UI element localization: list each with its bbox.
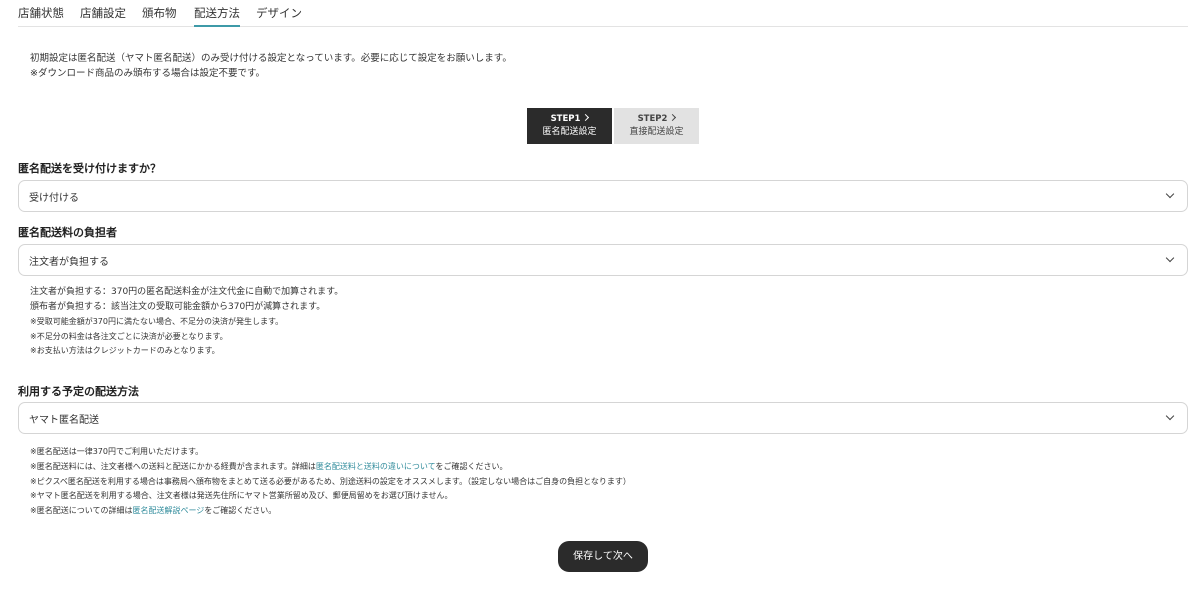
note-line: ※匿名配送料には、注文者様への送料と配送にかかる経費が含まれます。詳細は匿名配送…: [30, 460, 631, 475]
fee-payer-label: 匿名配送料の負担者: [18, 226, 117, 239]
note-line: ※ヤマト匿名配送を利用する場合、注文者様は発送先住所にヤマト営業所留め及び、郵便…: [30, 491, 453, 501]
tab-shipping-method[interactable]: 配送方法: [194, 5, 240, 27]
note-line: ※受取可能金額が370円に満たない場合、不足分の決済が発生します。: [30, 317, 284, 326]
note-text: をご確認ください。: [204, 506, 277, 516]
select-value: 受け付ける: [29, 193, 79, 204]
note-line: ※匿名配送についての詳細は匿名配送解説ページをご確認ください。: [30, 504, 631, 519]
note-line: 注文者が負担する：370円の匿名配送料金が注文代金に自動で加算されます。: [30, 287, 344, 297]
shipping-method-select[interactable]: ヤマト匿名配送: [18, 402, 1188, 434]
chevron-right-icon: [669, 113, 677, 122]
note-text: ※匿名配送についての詳細は: [30, 506, 133, 516]
intro-line: 初期設定は匿名配送（ヤマト匿名配送）のみ受け付ける設定となっています。必要に応じ…: [30, 53, 512, 64]
chevron-down-icon: [1165, 189, 1175, 199]
shipping-method-notes: ※匿名配送は一律370円でご利用いただけます。 ※匿名配送料には、注文者様への送…: [30, 445, 631, 519]
tab-bar: 店舗状態 店舗設定 頒布物 配送方法 デザイン: [18, 0, 1188, 27]
tab-store-settings[interactable]: 店舗設定: [80, 5, 126, 27]
note-line: ※不足分の料金は各注文ごとに決済が必要となります。: [30, 331, 228, 341]
note-line: ※ピクスベ匿名配送を利用する場合は事務局へ頒布物をまとめて送る必要があるため、別…: [30, 476, 631, 486]
step-1-anonymous-shipping[interactable]: STEP1 匿名配送設定: [527, 108, 612, 144]
step-label: 匿名配送設定: [542, 127, 597, 137]
chevron-right-icon: [582, 113, 590, 122]
note-text: ※匿名配送料には、注文者様への送料と配送にかかる経費が含まれます。詳細は: [30, 461, 316, 471]
accept-anonymous-label: 匿名配送を受け付けますか？: [18, 162, 161, 175]
fee-payer-select[interactable]: 注文者が負担する: [18, 244, 1188, 276]
note-line: 頒布者が負担する：該当注文の受取可能金額から370円が減算されます。: [30, 302, 326, 312]
fee-difference-link[interactable]: 匿名配送料と送料の違いについて: [316, 462, 436, 471]
note-line: ※お支払い方法はクレジットカードのみとなります。: [30, 346, 220, 355]
step-number: STEP2: [637, 114, 668, 124]
tab-design[interactable]: デザイン: [256, 5, 302, 27]
shipping-method-label: 利用する予定の配送方法: [18, 385, 139, 398]
note-line: ※匿名配送は一律370円でご利用いただけます。: [30, 447, 204, 456]
select-value: 注文者が負担する: [29, 257, 109, 268]
step-2-direct-shipping[interactable]: STEP2 直接配送設定: [614, 108, 699, 144]
anonymous-shipping-guide-link[interactable]: 匿名配送解説ページ: [132, 506, 204, 515]
note-text: をご確認ください。: [435, 461, 508, 471]
tab-items[interactable]: 頒布物: [142, 5, 177, 27]
select-value: ヤマト匿名配送: [29, 415, 99, 426]
step-label: 直接配送設定: [629, 127, 684, 137]
save-and-next-button[interactable]: 保存して次へ: [558, 541, 648, 572]
tab-store-status[interactable]: 店舗状態: [18, 5, 64, 27]
step-number: STEP1: [550, 114, 581, 124]
chevron-down-icon: [1165, 411, 1175, 421]
fee-payer-notes: 注文者が負担する：370円の匿名配送料金が注文代金に自動で加算されます。 頒布者…: [30, 285, 343, 359]
intro-note: ※ダウンロード商品のみ頒布する場合は設定不要です。: [30, 68, 266, 79]
chevron-down-icon: [1165, 253, 1175, 263]
intro-text: 初期設定は匿名配送（ヤマト匿名配送）のみ受け付ける設定となっています。必要に応じ…: [30, 51, 512, 81]
accept-anonymous-select[interactable]: 受け付ける: [18, 180, 1188, 212]
